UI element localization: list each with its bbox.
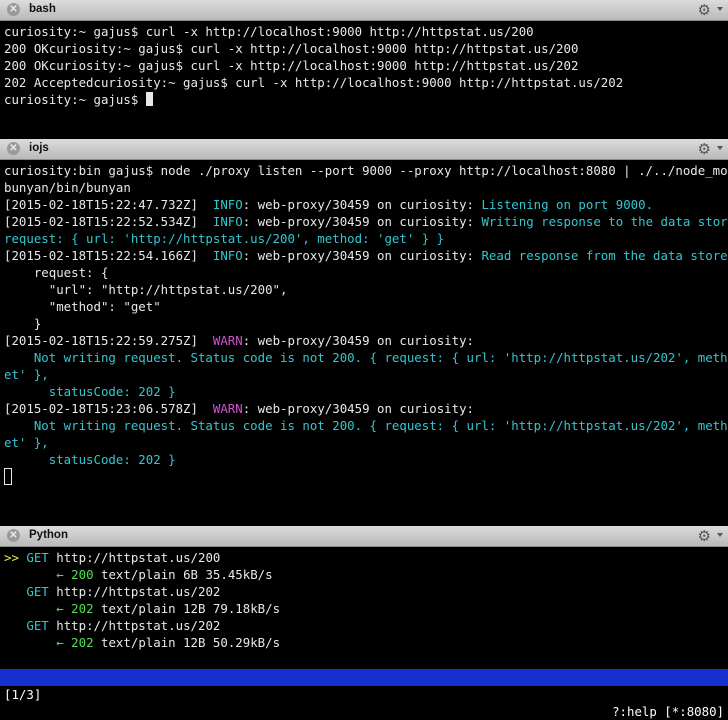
status-bar: [1/3] ?:help [*:8080]	[0, 669, 728, 719]
terminal-line: 200 OKcuriosity:~ gajus$ curl -x http://…	[4, 58, 579, 73]
command-line: curiosity:bin gajus$ node ./proxy listen…	[4, 163, 728, 178]
flow-position: [1/3]	[4, 687, 42, 702]
log-line: [2015-02-18T15:23:06.578Z] WARN: web-pro…	[4, 400, 728, 417]
request-url: http://httpstat.us/202	[56, 584, 221, 599]
terminal-line: 202 Acceptedcuriosity:~ gajus$ curl -x h…	[4, 75, 624, 90]
iojs-title-bar: ✕ iojs ⚙	[0, 139, 728, 160]
iojs-output: curiosity:bin gajus$ node ./proxy listen…	[0, 160, 728, 485]
chevron-down-icon[interactable]	[717, 533, 723, 537]
flow-request[interactable]: >> GET http://httpstat.us/200	[4, 549, 728, 566]
focus-marker: >>	[4, 550, 19, 565]
log-source: : web-proxy/30459 on curiosity:	[242, 197, 482, 212]
bash-title-bar: ✕ bash ⚙	[0, 0, 728, 21]
log-source: : web-proxy/30459 on curiosity:	[242, 248, 482, 263]
pane-title: bash	[29, 3, 56, 15]
log-level-warn: WARN	[212, 333, 243, 348]
flow-response: ← 202 text/plain 12B 79.18kB/s	[4, 600, 728, 617]
log-message: Not writing request. Status code is not …	[4, 418, 728, 433]
log-message: Read response from the data store.	[481, 248, 728, 263]
log-message-continued: et' },	[4, 435, 49, 450]
log-source: : web-proxy/30459 on curiosity:	[242, 401, 474, 416]
terminal-line: 200 OKcuriosity:~ gajus$ curl -x http://…	[4, 41, 579, 56]
log-level-info: INFO	[212, 197, 243, 212]
terminal-cursor	[145, 92, 153, 106]
log-object-line: }	[4, 316, 42, 331]
log-message: Writing response to the data store. { r	[481, 214, 728, 229]
log-timestamp: [2015-02-18T15:22:52.534Z]	[4, 214, 198, 229]
log-level-warn: WARN	[212, 401, 243, 416]
request-method: GET	[26, 618, 49, 633]
terminal-line: curiosity:~ gajus$ curl -x http://localh…	[4, 24, 534, 39]
gear-icon[interactable]: ⚙	[698, 1, 711, 19]
terminal-cursor	[4, 468, 12, 485]
log-line: [2015-02-18T15:22:59.275Z] WARN: web-pro…	[4, 332, 728, 349]
help-hint: ?:help [*:8080]	[612, 704, 724, 719]
pane-title: iojs	[29, 142, 49, 154]
log-line: [2015-02-18T15:22:52.534Z] INFO: web-pro…	[4, 213, 728, 230]
flow-list: >> GET http://httpstat.us/200 ← 200 text…	[0, 547, 728, 651]
chevron-down-icon[interactable]	[717, 7, 723, 11]
iojs-pane[interactable]: ✕ iojs ⚙ curiosity:bin gajus$ node ./pro…	[0, 139, 728, 523]
chevron-down-icon[interactable]	[717, 146, 723, 150]
bash-pane[interactable]: ✕ bash ⚙ curiosity:~ gajus$ curl -x http…	[0, 0, 728, 136]
gear-icon[interactable]: ⚙	[698, 527, 711, 545]
response-arrow-icon: ←	[56, 601, 64, 616]
python-pane[interactable]: ✕ Python ⚙ >> GET http://httpstat.us/200…	[0, 526, 728, 717]
gear-icon[interactable]: ⚙	[698, 140, 711, 158]
pane-title: Python	[29, 529, 68, 541]
response-info: text/plain 6B 35.45kB/s	[101, 567, 273, 582]
flow-request[interactable]: GET http://httpstat.us/202	[4, 583, 728, 600]
log-level-info: INFO	[212, 248, 243, 263]
log-timestamp: [2015-02-18T15:23:06.578Z]	[4, 401, 198, 416]
response-info: text/plain 12B 50.29kB/s	[101, 635, 281, 650]
request-url: http://httpstat.us/202	[56, 618, 221, 633]
flow-response: ← 200 text/plain 6B 35.45kB/s	[4, 566, 728, 583]
log-line: [2015-02-18T15:22:54.166Z] INFO: web-pro…	[4, 247, 728, 264]
prompt-line[interactable]	[4, 468, 728, 485]
flow-request[interactable]: GET http://httpstat.us/202	[4, 617, 728, 634]
request-method: GET	[26, 550, 49, 565]
response-info: text/plain 12B 79.18kB/s	[101, 601, 281, 616]
python-title-bar: ✕ Python ⚙	[0, 526, 728, 547]
response-code: 200	[71, 567, 94, 582]
log-message-continued: request: { url: 'http://httpstat.us/200'…	[4, 231, 445, 246]
response-arrow-icon: ←	[56, 567, 64, 582]
log-timestamp: [2015-02-18T15:22:59.275Z]	[4, 333, 198, 348]
request-method: GET	[26, 584, 49, 599]
request-url: http://httpstat.us/200	[56, 550, 221, 565]
prompt-text: curiosity:~ gajus$	[4, 92, 146, 107]
flow-response: ← 202 text/plain 12B 50.29kB/s	[4, 634, 728, 651]
log-message-continued: et' },	[4, 367, 49, 382]
close-icon[interactable]: ✕	[7, 142, 20, 155]
log-message-continued: statusCode: 202 }	[4, 452, 176, 467]
response-code: 202	[71, 601, 94, 616]
log-line: [2015-02-18T15:22:47.732Z] INFO: web-pro…	[4, 196, 728, 213]
log-source: : web-proxy/30459 on curiosity:	[242, 333, 474, 348]
close-icon[interactable]: ✕	[7, 3, 20, 16]
log-level-info: INFO	[212, 214, 243, 229]
response-arrow-icon: ←	[56, 635, 64, 650]
log-object-line: "url": "http://httpstat.us/200",	[4, 282, 288, 297]
command-line-continued: bunyan/bin/bunyan	[4, 180, 131, 195]
bash-output: curiosity:~ gajus$ curl -x http://localh…	[0, 21, 728, 108]
log-source: : web-proxy/30459 on curiosity:	[242, 214, 482, 229]
log-timestamp: [2015-02-18T15:22:54.166Z]	[4, 248, 198, 263]
log-message-continued: statusCode: 202 }	[4, 384, 176, 399]
log-timestamp: [2015-02-18T15:22:47.732Z]	[4, 197, 198, 212]
log-message: Listening on port 9000.	[481, 197, 654, 212]
prompt-line[interactable]: curiosity:~ gajus$	[4, 91, 728, 108]
log-object-line: "method": "get"	[4, 299, 161, 314]
response-code: 202	[71, 635, 94, 650]
log-message: Not writing request. Status code is not …	[4, 350, 728, 365]
close-icon[interactable]: ✕	[7, 529, 20, 542]
log-object-line: request: {	[4, 265, 109, 280]
